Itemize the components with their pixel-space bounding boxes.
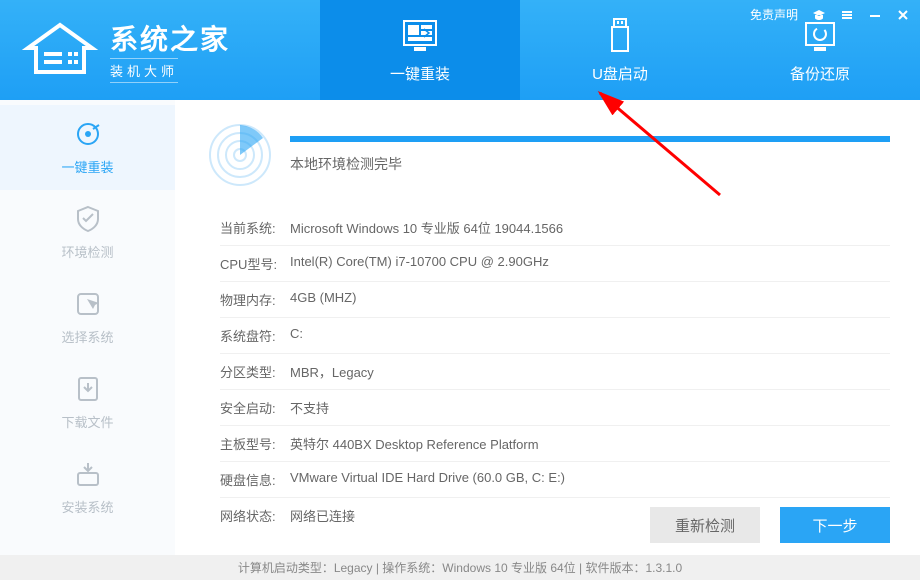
info-row: 安全启动:不支持: [220, 390, 890, 426]
info-value: 4GB (MHZ): [290, 290, 356, 309]
info-value: VMware Virtual IDE Hard Drive (60.0 GB, …: [290, 470, 565, 489]
info-value: Intel(R) Core(TM) i7-10700 CPU @ 2.90GHz: [290, 254, 549, 273]
tab-label: 一键重装: [390, 63, 450, 84]
sidebar-label: 下载文件: [61, 412, 113, 431]
sidebar-item-reinstall[interactable]: 一键重装: [0, 105, 175, 190]
header: 系统之家 装机大师 一键重装 U盘启动 备份还原 免责声明: [0, 0, 920, 100]
minimize-icon[interactable]: [868, 8, 882, 22]
info-row: 分区类型:MBR，Legacy: [220, 354, 890, 390]
scan-status: 本地环境检测完毕: [290, 154, 890, 174]
house-logo-icon: [20, 20, 100, 80]
shield-icon: [73, 204, 103, 234]
sidebar-label: 环境检测: [61, 242, 113, 261]
info-label: 分区类型:: [220, 362, 290, 381]
info-label: 物理内存:: [220, 290, 290, 309]
download-icon: [73, 374, 103, 404]
next-button[interactable]: 下一步: [780, 507, 890, 543]
info-value: 网络已连接: [290, 506, 355, 525]
main-panel: 本地环境检测完毕 当前系统:Microsoft Windows 10 专业版 6…: [175, 100, 920, 555]
graduation-icon[interactable]: [812, 8, 826, 22]
info-label: 系统盘符:: [220, 326, 290, 345]
tab-usb-boot[interactable]: U盘启动: [520, 0, 720, 100]
usb-icon: [600, 17, 640, 55]
sidebar-item-download[interactable]: 下载文件: [0, 360, 175, 445]
sidebar-label: 选择系统: [61, 327, 113, 346]
monitor-icon: [400, 17, 440, 55]
radar-icon: [205, 120, 275, 190]
logo-area: 系统之家 装机大师: [0, 0, 320, 100]
info-value: 不支持: [290, 398, 329, 417]
rescan-button[interactable]: 重新检测: [650, 507, 760, 543]
info-value: 英特尔 440BX Desktop Reference Platform: [290, 434, 539, 453]
info-label: CPU型号:: [220, 254, 290, 273]
sidebar-item-select-system[interactable]: 选择系统: [0, 275, 175, 360]
sidebar-item-env-check[interactable]: 环境检测: [0, 190, 175, 275]
info-row: 物理内存:4GB (MHZ): [220, 282, 890, 318]
logo-subtitle: 装机大师: [110, 58, 178, 83]
logo-title: 系统之家: [110, 18, 230, 58]
info-label: 网络状态:: [220, 506, 290, 525]
info-label: 安全启动:: [220, 398, 290, 417]
sidebar-label: 安装系统: [61, 497, 113, 516]
info-value: MBR，Legacy: [290, 362, 374, 381]
select-icon: [73, 289, 103, 319]
close-icon[interactable]: [896, 8, 910, 22]
tab-label: 备份还原: [790, 63, 850, 84]
info-row: 硬盘信息:VMware Virtual IDE Hard Drive (60.0…: [220, 462, 890, 498]
info-value: C:: [290, 326, 303, 345]
info-row: CPU型号:Intel(R) Core(TM) i7-10700 CPU @ 2…: [220, 246, 890, 282]
title-bar-icons: 免责声明: [750, 6, 910, 23]
tab-label: U盘启动: [592, 63, 648, 84]
disclaimer-link[interactable]: 免责声明: [750, 6, 798, 23]
info-table: 当前系统:Microsoft Windows 10 专业版 64位 19044.…: [205, 210, 890, 533]
tab-reinstall[interactable]: 一键重装: [320, 0, 520, 100]
info-row: 当前系统:Microsoft Windows 10 专业版 64位 19044.…: [220, 210, 890, 246]
sidebar: 一键重装 环境检测 选择系统 下载文件 安装系统: [0, 100, 175, 555]
sidebar-label: 一键重装: [61, 157, 113, 176]
install-icon: [73, 459, 103, 489]
info-label: 当前系统:: [220, 218, 290, 237]
menu-icon[interactable]: [840, 8, 854, 22]
footer-status: 计算机启动类型：Legacy | 操作系统：Windows 10 专业版 64位…: [0, 555, 920, 580]
info-label: 主板型号:: [220, 434, 290, 453]
info-label: 硬盘信息:: [220, 470, 290, 489]
target-icon: [73, 119, 103, 149]
sidebar-item-install[interactable]: 安装系统: [0, 445, 175, 530]
progress-bar: [290, 136, 890, 142]
info-row: 系统盘符:C:: [220, 318, 890, 354]
info-value: Microsoft Windows 10 专业版 64位 19044.1566: [290, 218, 563, 237]
info-row: 主板型号:英特尔 440BX Desktop Reference Platfor…: [220, 426, 890, 462]
